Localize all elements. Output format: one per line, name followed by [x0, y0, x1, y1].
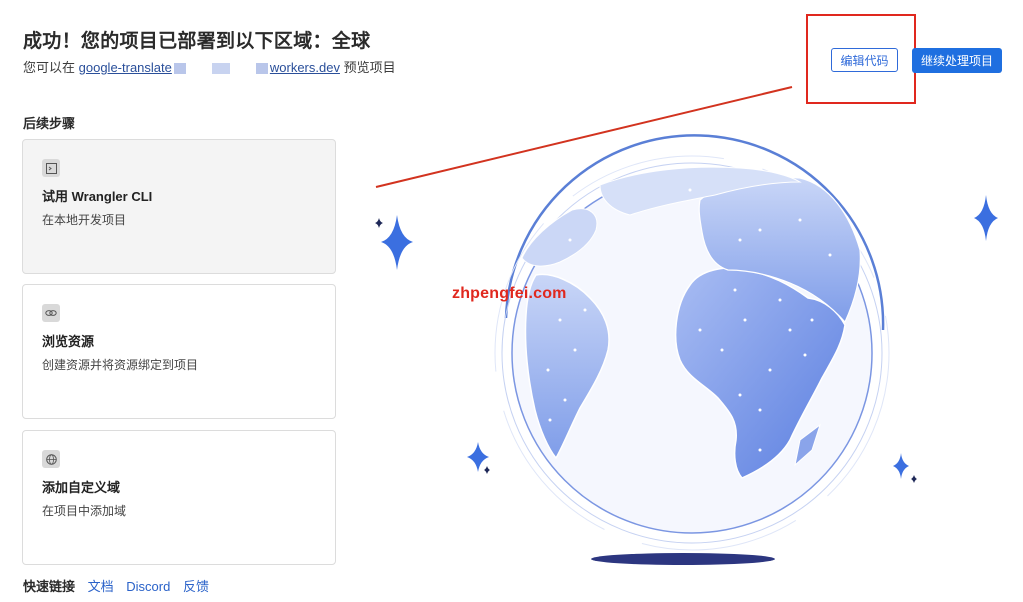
sparkle-icon — [893, 453, 917, 483]
globe-shadow — [591, 553, 775, 565]
sparkle-icon — [375, 215, 413, 270]
sparkle-icon — [467, 442, 490, 474]
sparkle-icon — [974, 195, 998, 241]
watermark-text: zhpengfei.com — [452, 285, 567, 302]
